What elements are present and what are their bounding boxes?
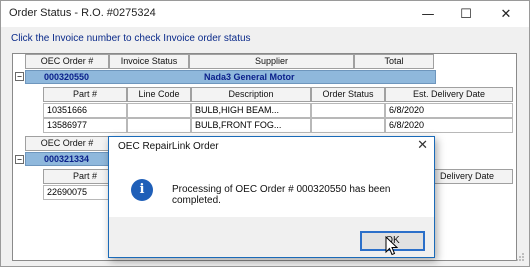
resize-grip-icon[interactable] — [515, 252, 525, 262]
info-icon: i — [131, 179, 153, 201]
instruction-text: Click the Invoice number to check Invoic… — [11, 33, 251, 44]
dialog-body: i Processing of OEC Order # 000320550 ha… — [109, 157, 434, 217]
order-status-cell — [311, 103, 385, 118]
column-header-total[interactable]: Total — [354, 54, 434, 69]
column-header-line-code[interactable]: Line Code — [127, 87, 191, 102]
dialog-close-button[interactable]: ✕ — [417, 138, 428, 153]
line-code-cell — [127, 103, 191, 118]
column-header-description[interactable]: Description — [191, 87, 311, 102]
part-number-cell: 10351666 — [43, 103, 127, 118]
column-header-oec-order[interactable]: OEC Order # — [25, 54, 109, 69]
close-button[interactable]: ✕ — [487, 1, 525, 27]
window-title: Order Status - R.O. #0275324 — [9, 7, 156, 19]
supplier-name: Nada3 General Motor — [204, 72, 295, 82]
title-bar: Order Status - R.O. #0275324 — ☐ ✕ — [1, 1, 529, 27]
column-header-part[interactable]: Part # — [43, 87, 127, 102]
minimize-button[interactable]: — — [409, 1, 447, 27]
delivery-date-cell: 6/8/2020 — [385, 103, 513, 118]
order-number-link[interactable]: 000321334 — [44, 154, 89, 164]
delivery-date-cell: 6/8/2020 — [385, 118, 513, 133]
column-header-order-status[interactable]: Order Status — [311, 87, 385, 102]
collapse-order-icon[interactable]: − — [15, 72, 24, 81]
description-cell: BULB,HIGH BEAM... — [191, 103, 311, 118]
order-number-link[interactable]: 000320550 — [44, 72, 89, 82]
dialog-message: Processing of OEC Order # 000320550 has … — [172, 184, 391, 206]
description-cell: BULB,FRONT FOG... — [191, 118, 311, 133]
mouse-pointer-icon — [385, 236, 399, 256]
order-row[interactable]: 000321334 — [25, 152, 109, 166]
dialog-title-bar: OEC RepairLink Order ✕ — [109, 137, 434, 157]
column-header-supplier[interactable]: Supplier — [189, 54, 354, 69]
part-number-cell: 13586977 — [43, 118, 127, 133]
maximize-button[interactable]: ☐ — [447, 1, 485, 27]
order-row[interactable]: 000320550 Nada3 General Motor — [25, 70, 436, 84]
order-status-cell — [311, 118, 385, 133]
column-header-oec-order[interactable]: OEC Order # — [25, 136, 109, 151]
line-code-cell — [127, 118, 191, 133]
column-header-invoice-status[interactable]: Invoice Status — [109, 54, 189, 69]
collapse-order-icon[interactable]: − — [15, 155, 24, 164]
column-header-delivery-date[interactable]: Est. Delivery Date — [385, 87, 513, 102]
dialog-title: OEC RepairLink Order — [118, 141, 219, 152]
